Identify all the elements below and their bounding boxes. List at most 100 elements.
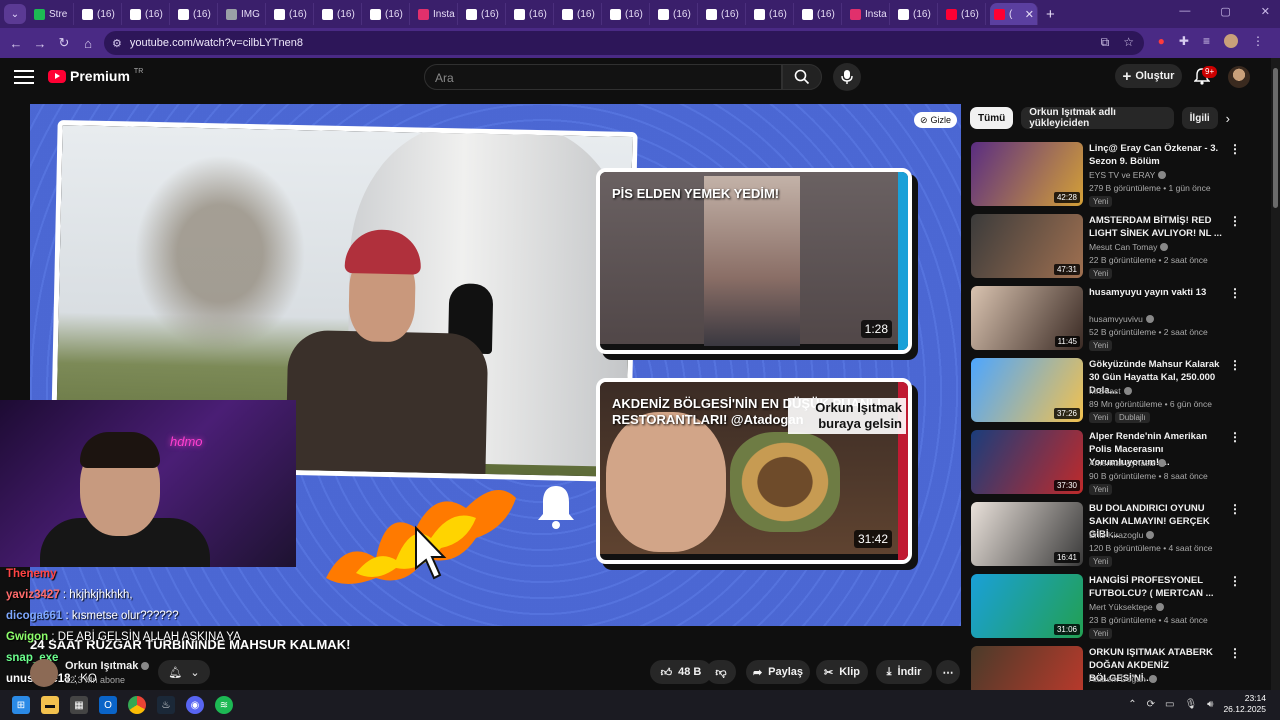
monitor-icon[interactable]: ▭ (1165, 699, 1174, 710)
recommended-video[interactable]: 37:26 Gökyüzünde Mahsur Kalarak 30 Gün Ha… (970, 358, 1241, 423)
youtube-premium-logo[interactable]: Premium TR (48, 68, 143, 84)
more-options-icon[interactable]: ⋮ (1229, 142, 1241, 156)
browser-tab[interactable]: (16) (654, 3, 698, 25)
browser-tab[interactable]: (16) (894, 3, 938, 25)
browser-tab[interactable]: (16) (702, 3, 746, 25)
channel-name[interactable]: Mesut Can Tomay (1089, 242, 1169, 252)
video-title[interactable]: husamyuyu yayın vakti 13 (1089, 286, 1227, 299)
browser-tab[interactable]: (16) (126, 3, 170, 25)
browser-tab[interactable]: (16) (270, 3, 314, 25)
channel-name[interactable]: Mert Yüksektepe (1089, 602, 1164, 612)
browser-tab[interactable]: (16) (942, 3, 986, 25)
chevron-up-icon[interactable]: ⌃ (1128, 699, 1136, 710)
file-explorer-icon[interactable]: ▬ (41, 696, 59, 714)
more-options-icon[interactable]: ⋮ (1229, 430, 1241, 444)
more-options-icon[interactable]: ⋮ (1229, 286, 1241, 300)
channel-avatar[interactable] (30, 659, 58, 687)
outlook-icon[interactable]: O (99, 696, 117, 714)
calculator-icon[interactable]: ▦ (70, 696, 88, 714)
channel-name[interactable]: MrBeast (1089, 386, 1132, 396)
end-screen-video-card[interactable]: PİS ELDEN YEMEK YEDİM! 1:28 (596, 168, 912, 354)
volume-icon[interactable]: 🔊︎ (1207, 699, 1213, 710)
video-thumbnail[interactable]: 42:28 (971, 142, 1083, 206)
close-tab-icon[interactable]: ✕ (1025, 8, 1034, 21)
video-thumbnail[interactable]: 37:30 (971, 430, 1083, 494)
browser-tab[interactable]: (16) (798, 3, 842, 25)
channel-name[interactable]: Enis Kirazoglu (1089, 530, 1155, 540)
browser-tab[interactable]: Insta (846, 3, 890, 25)
microphone-icon[interactable]: 🎙︎ (1184, 699, 1197, 710)
filter-chip[interactable]: Tümü (970, 107, 1014, 129)
forward-icon[interactable]: → (28, 36, 52, 51)
chevron-right-icon[interactable]: › (1226, 111, 1230, 126)
video-thumbnail[interactable]: 16:41 (971, 502, 1083, 566)
recommended-video[interactable]: 47:31 AMSTERDAM BİTMİŞ! RED LIGHT SİNEK A… (970, 214, 1241, 279)
sync-icon[interactable]: ⟳ (1147, 699, 1155, 710)
video-thumbnail[interactable]: 11:45 (971, 286, 1083, 350)
video-thumbnail[interactable]: 31:06 (971, 574, 1083, 638)
browser-tab[interactable]: (16) (318, 3, 362, 25)
channel-name[interactable]: Orkun Işıtmak (65, 660, 150, 672)
minimize-icon[interactable]: — (1179, 5, 1190, 18)
discord-icon[interactable]: ◉ (186, 696, 204, 714)
browser-tab[interactable]: (✕ (990, 3, 1038, 25)
video-thumbnail[interactable]: 37:26 (971, 358, 1083, 422)
video-title[interactable]: HANGİSİ PROFESYONEL FUTBOLCU? ( MERTCAN … (1089, 574, 1227, 600)
browser-menu-icon[interactable]: ⋮ (1252, 34, 1264, 48)
like-button[interactable]: 👍︎ 48 B (650, 660, 712, 684)
close-window-icon[interactable]: ✕ (1261, 5, 1270, 18)
dislike-button[interactable]: 👎︎ (706, 660, 736, 684)
channel-name[interactable]: Amerikali Aynasiz (1089, 458, 1167, 468)
hide-overlay-button[interactable]: ⊘ Gizle (914, 112, 958, 128)
browser-tab[interactable]: (16) (78, 3, 122, 25)
video-thumbnail[interactable]: 47:31 (971, 214, 1083, 278)
tab-search-icon[interactable]: ⌄ (4, 4, 26, 24)
recommended-video[interactable]: 16:41 BU DOLANDIRICI OYUNU SAKIN ALMAYIN!… (970, 502, 1241, 567)
more-options-icon[interactable]: ⋮ (1229, 646, 1241, 660)
browser-tab[interactable]: IMG (222, 3, 266, 25)
more-actions-button[interactable]: ⋯ (936, 660, 960, 684)
more-options-icon[interactable]: ⋮ (1229, 214, 1241, 228)
channel-name[interactable]: husamvyuvivu (1089, 314, 1154, 324)
browser-tab[interactable]: (16) (462, 3, 506, 25)
browser-tab[interactable]: Insta (414, 3, 458, 25)
browser-tab[interactable]: (16) (174, 3, 218, 25)
spotify-icon[interactable]: ≋ (215, 696, 233, 714)
steam-icon[interactable]: ♨ (157, 696, 175, 714)
download-button[interactable]: ⤓ İndir (876, 660, 932, 684)
more-options-icon[interactable]: ⋮ (1229, 574, 1241, 588)
create-button[interactable]: + Oluştur (1115, 64, 1182, 88)
extension-red-icon[interactable]: ● (1158, 34, 1165, 48)
back-icon[interactable]: ← (4, 36, 28, 51)
subscription-bell-button[interactable]: 🔔︎ ⌄ (158, 660, 210, 684)
menu-icon[interactable] (14, 70, 34, 88)
browser-tab[interactable]: (16) (510, 3, 554, 25)
windows-start-icon[interactable]: ⊞ (12, 696, 30, 714)
profile-avatar-icon[interactable] (1224, 34, 1238, 48)
browser-tab[interactable]: (16) (750, 3, 794, 25)
recommended-video[interactable]: 11:45 husamyuyu yayın vakti 13 husamvyuviv… (970, 286, 1241, 351)
account-avatar[interactable] (1228, 66, 1250, 88)
browser-tab[interactable]: (16) (558, 3, 602, 25)
clip-button[interactable]: ✂ Klip (816, 660, 868, 684)
channel-name[interactable]: Ataberk Doğan (1089, 674, 1157, 684)
recommended-video[interactable]: 37:30 Alper Rende'nin Amerikan Polis Mace… (970, 430, 1241, 495)
voice-search-button[interactable] (833, 63, 861, 91)
search-input[interactable]: Ara (424, 64, 782, 90)
more-options-icon[interactable]: ⋮ (1229, 358, 1241, 372)
browser-tab[interactable]: Stre (30, 3, 74, 25)
recommended-video[interactable]: 31:06 HANGİSİ PROFESYONEL FUTBOLCU? ( MER… (970, 574, 1241, 639)
reading-list-icon[interactable]: ≡ (1203, 34, 1210, 48)
extensions-puzzle-icon[interactable]: ✚ (1179, 34, 1189, 48)
url-text[interactable]: youtube.com/watch?v=cilbLYTnen8 (130, 37, 303, 49)
channel-name[interactable]: EYS TV ve ERAY (1089, 170, 1167, 180)
page-scrollbar[interactable] (1271, 58, 1280, 690)
filter-chip[interactable]: İlgili (1181, 107, 1218, 129)
bookmark-star-icon[interactable]: ☆ (1123, 35, 1134, 50)
browser-tab[interactable]: (16) (606, 3, 650, 25)
share-button[interactable]: ➦ Paylaş (746, 660, 810, 684)
video-title[interactable]: AMSTERDAM BİTMİŞ! RED LIGHT SİNEK AVLIYO… (1089, 214, 1227, 240)
video-title[interactable]: Linç@ Eray Can Özkenar - 3. Sezon 9. Böl… (1089, 142, 1227, 168)
recommended-video[interactable]: 42:28 Linç@ Eray Can Özkenar - 3. Sezon 9… (970, 142, 1241, 207)
home-icon[interactable]: ⌂ (76, 36, 100, 51)
